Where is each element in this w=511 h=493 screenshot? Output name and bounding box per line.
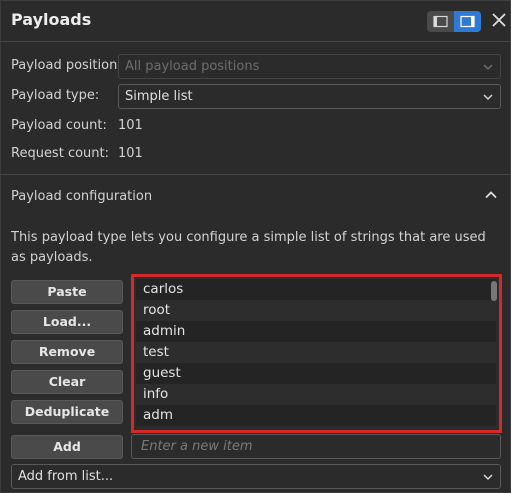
payload-position-value: All payload positions	[125, 59, 260, 74]
add-from-list-value: Add from list...	[18, 469, 114, 484]
layout-left-button[interactable]	[427, 11, 454, 32]
layout-toggle[interactable]	[427, 11, 481, 32]
request-count-label: Request count:	[11, 146, 109, 161]
paste-button[interactable]: Paste	[11, 280, 123, 304]
list-item[interactable]: adm	[136, 405, 496, 426]
collapse-section-button[interactable]	[482, 186, 500, 204]
request-count-value: 101	[118, 146, 143, 161]
list-item[interactable]: info	[136, 384, 496, 405]
chevron-down-icon	[483, 474, 493, 481]
clear-button[interactable]: Clear	[11, 370, 123, 394]
list-scrollbar-thumb[interactable]	[491, 281, 497, 301]
close-button[interactable]	[491, 9, 509, 31]
chevron-down-icon	[483, 64, 493, 71]
payload-list-items: carlos root admin test guest info adm	[136, 279, 496, 430]
chevron-down-icon	[483, 94, 493, 101]
deduplicate-button[interactable]: Deduplicate	[11, 400, 123, 424]
new-item-input[interactable]: Enter a new item	[131, 434, 501, 459]
panel-title: Payloads	[11, 10, 92, 29]
config-section-title: Payload configuration	[11, 189, 153, 204]
section-divider	[0, 174, 511, 175]
remove-button[interactable]: Remove	[11, 340, 123, 364]
list-item[interactable]: root	[136, 300, 496, 321]
add-button[interactable]: Add	[11, 435, 123, 459]
payload-type-label: Payload type:	[11, 88, 100, 103]
list-scrollbar[interactable]	[490, 279, 497, 430]
list-item[interactable]: carlos	[136, 279, 496, 300]
payload-count-label: Payload count:	[11, 118, 107, 133]
config-description: This payload type lets you configure a s…	[11, 230, 486, 265]
payload-position-select: All payload positions	[118, 54, 501, 79]
list-item[interactable]: guest	[136, 363, 496, 384]
layout-left-icon	[433, 15, 448, 28]
payload-count-value: 101	[118, 118, 143, 133]
list-item[interactable]: admin	[136, 321, 496, 342]
layout-right-button[interactable]	[454, 11, 481, 32]
layout-right-icon	[460, 15, 475, 28]
close-icon	[492, 13, 506, 27]
payload-position-label: Payload position:	[11, 58, 122, 73]
payload-list[interactable]: carlos root admin test guest info adm	[131, 274, 502, 433]
payload-type-value: Simple list	[125, 89, 193, 104]
payload-type-select[interactable]: Simple list	[118, 84, 501, 109]
load-button[interactable]: Load...	[11, 310, 123, 334]
chevron-up-icon	[485, 191, 497, 199]
add-from-list-select[interactable]: Add from list...	[11, 464, 501, 489]
list-item[interactable]: test	[136, 342, 496, 363]
